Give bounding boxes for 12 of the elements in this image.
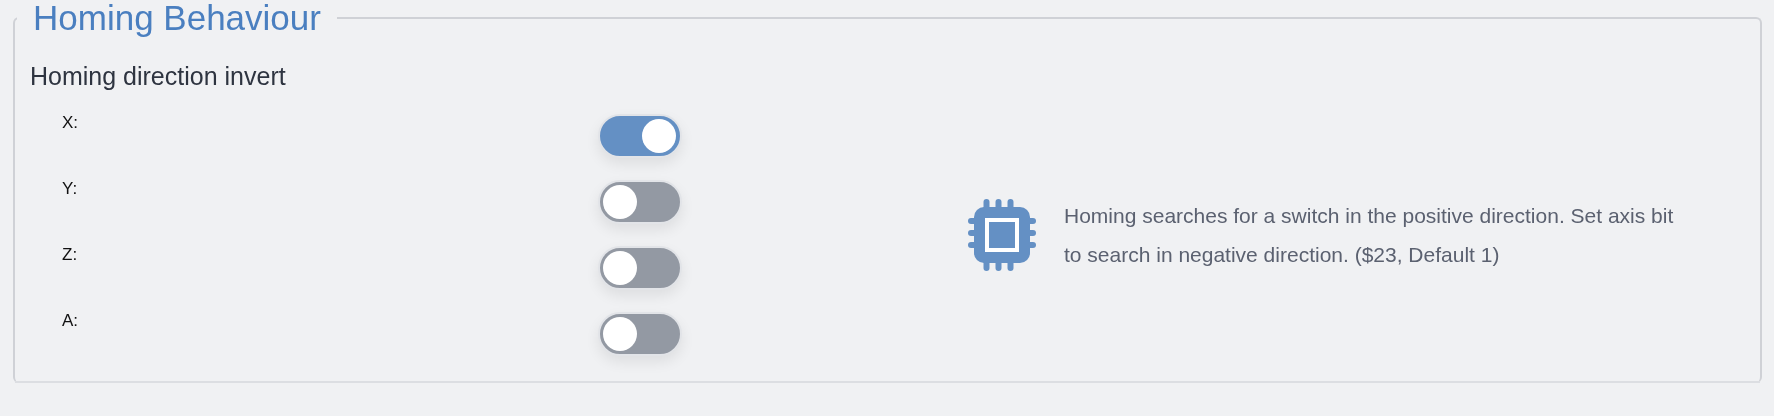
toggle-switch[interactable] (598, 114, 682, 158)
section-title: Homing Behaviour (32, 0, 322, 38)
setting-label: Homing direction invert (30, 62, 287, 91)
axis-label: X: (61, 113, 80, 133)
axis-label: A: (61, 311, 80, 331)
chip-icon (968, 198, 1036, 271)
description-text: Homing searches for a switch in the positive direction. Set axis bit to search in negative direction. ($23, Default 1) (1064, 202, 1675, 268)
toggle-switch[interactable] (598, 246, 682, 290)
axis-label: Z: (61, 245, 79, 265)
axis-label: Y: (61, 179, 79, 199)
toggle-switch[interactable] (598, 312, 682, 356)
toggle-switch[interactable] (598, 180, 682, 224)
